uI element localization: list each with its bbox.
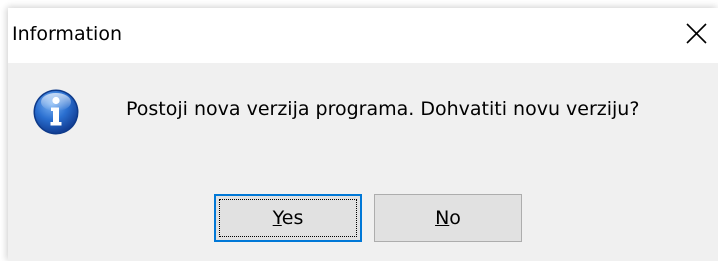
no-button-label: No <box>435 195 461 241</box>
no-mnemonic: N <box>435 207 450 229</box>
message-dialog: Information Postoji nova verzija program… <box>8 8 718 261</box>
info-icon <box>32 88 80 136</box>
no-button[interactable]: No <box>374 194 522 242</box>
yes-button[interactable]: Yes <box>214 194 362 242</box>
no-label-rest: o <box>449 207 461 229</box>
dialog-message: Postoji nova verzija programa. Dohvatiti… <box>126 98 640 120</box>
yes-mnemonic: Y <box>272 207 282 229</box>
close-button[interactable] <box>676 12 718 56</box>
title-bar: Information <box>8 8 718 63</box>
close-icon <box>686 23 707 44</box>
window-title: Information <box>12 23 122 45</box>
yes-button-label: Yes <box>273 196 304 240</box>
yes-label-rest: es <box>281 207 304 229</box>
